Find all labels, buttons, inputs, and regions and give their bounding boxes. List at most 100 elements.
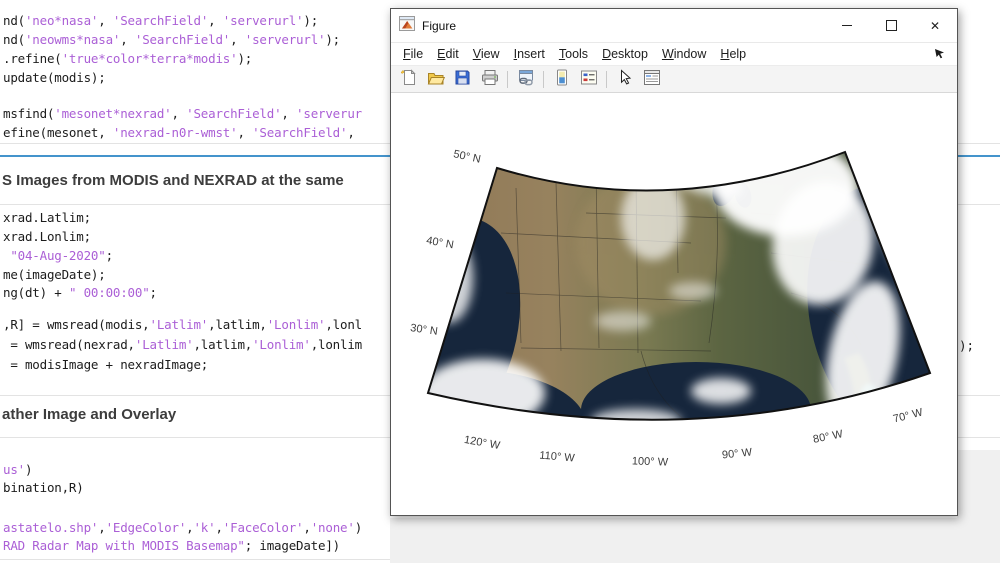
close-icon: ✕ bbox=[930, 20, 940, 32]
code-line: .refine('true*color*terra*modis'); bbox=[3, 49, 252, 68]
menu-item-tools[interactable]: Tools bbox=[552, 43, 595, 65]
minimize-button[interactable] bbox=[825, 9, 869, 42]
figure-title-bar[interactable]: Figure ✕ bbox=[391, 9, 957, 43]
close-button[interactable]: ✕ bbox=[913, 9, 957, 42]
code-text: me(imageDate); bbox=[3, 267, 106, 282]
code-line: RAD Radar Map with MODIS Basemap"; image… bbox=[3, 536, 340, 555]
code-text: ,lonl bbox=[325, 317, 362, 332]
code-text: msfind( bbox=[3, 106, 54, 121]
code-string: 'SearchField' bbox=[113, 13, 208, 28]
code-line: ,R] = wmsread(modis,'Latlim',latlim,'Lon… bbox=[3, 315, 362, 334]
code-string: RAD Radar Map with MODIS Basemap" bbox=[3, 538, 245, 553]
code-text: , bbox=[237, 125, 252, 140]
code-string: " 00:00:00" bbox=[69, 285, 150, 300]
code-string: 'k' bbox=[193, 520, 215, 535]
mouse-cursor bbox=[934, 46, 946, 64]
code-line: ng(dt) + " 00:00:00"; bbox=[3, 283, 157, 302]
menu-item-desktop[interactable]: Desktop bbox=[595, 43, 655, 65]
code-text: ; imageDate]) bbox=[245, 538, 340, 553]
insert-colorbar-button[interactable] bbox=[549, 68, 574, 90]
menu-item-insert[interactable]: Insert bbox=[507, 43, 552, 65]
code-text: , bbox=[215, 520, 222, 535]
code-line: astatelo.shp','EdgeColor','k','FaceColor… bbox=[3, 518, 362, 537]
link-plot-icon bbox=[517, 69, 535, 89]
code-text: nd( bbox=[3, 13, 25, 28]
edit-plot-icon bbox=[618, 69, 632, 89]
desktop-background bbox=[957, 450, 1000, 563]
insert-colorbar-icon bbox=[555, 69, 569, 89]
figure-menu-bar: FileEditViewInsertToolsDesktopWindowHelp bbox=[391, 43, 957, 66]
code-text: xrad.Lonlim; bbox=[3, 229, 91, 244]
insert-legend-button[interactable] bbox=[576, 68, 601, 90]
save-figure-button[interactable] bbox=[450, 68, 475, 90]
code-string: 'serverurl' bbox=[245, 32, 326, 47]
code-text: = modisImage + nexradImage; bbox=[3, 357, 208, 372]
code-text: bination,R) bbox=[3, 480, 84, 495]
section-heading: S Images from MODIS and NEXRAD at the sa… bbox=[2, 172, 344, 189]
edit-plot-button[interactable] bbox=[612, 68, 637, 90]
menu-item-view[interactable]: View bbox=[466, 43, 507, 65]
maximize-button[interactable] bbox=[869, 9, 913, 42]
code-text: ); bbox=[325, 32, 340, 47]
code-text: ); bbox=[237, 51, 252, 66]
code-string: 'FaceColor' bbox=[223, 520, 304, 535]
toolbar-separator bbox=[543, 71, 544, 88]
print-figure-button[interactable] bbox=[477, 68, 502, 90]
code-text: ,latlim, bbox=[193, 337, 252, 352]
code-string: 'SearchField' bbox=[135, 32, 230, 47]
code-line: bination,R) bbox=[3, 478, 84, 497]
code-text: ) bbox=[25, 462, 32, 477]
code-text: , bbox=[281, 106, 296, 121]
open-file-button[interactable] bbox=[423, 68, 448, 90]
map-canvas bbox=[391, 93, 957, 517]
editor-code-panel[interactable]: nd('neo*nasa', 'SearchField', 'serverurl… bbox=[0, 0, 391, 563]
code-string: 'nexrad-n0r-wmst' bbox=[113, 125, 238, 140]
figure-toolbar bbox=[391, 66, 957, 93]
code-text: , bbox=[303, 520, 310, 535]
code-line: xrad.Lonlim; bbox=[3, 227, 91, 246]
code-text: ; bbox=[106, 248, 113, 263]
figure-canvas: 50° N40° N30° N120° W110° W100° W90° W80… bbox=[391, 93, 957, 515]
code-string: 'neowms*nasa' bbox=[25, 32, 120, 47]
code-text: , bbox=[208, 13, 223, 28]
code-line: = wmsread(nexrad,'Latlim',latlim,'Lonlim… bbox=[3, 335, 362, 354]
code-line: me(imageDate); bbox=[3, 265, 106, 284]
new-figure-button[interactable] bbox=[396, 68, 421, 90]
toolbar-separator bbox=[507, 71, 508, 88]
link-plot-button[interactable] bbox=[513, 68, 538, 90]
code-string: 'mesonet*nexrad' bbox=[54, 106, 171, 121]
code-string: 'SearchField' bbox=[252, 125, 347, 140]
code-line: = modisImage + nexradImage; bbox=[3, 355, 208, 374]
code-text: ) bbox=[355, 520, 362, 535]
code-text: ); bbox=[303, 13, 318, 28]
code-string: 'neo*nasa' bbox=[25, 13, 98, 28]
save-figure-icon bbox=[454, 69, 471, 89]
menu-item-window[interactable]: Window bbox=[655, 43, 713, 65]
menu-item-edit[interactable]: Edit bbox=[430, 43, 466, 65]
code-string: 'serverurl' bbox=[223, 13, 304, 28]
code-text: ng(dt) + bbox=[3, 285, 69, 300]
code-text: update(modis); bbox=[3, 70, 106, 85]
code-text: ; bbox=[150, 285, 157, 300]
code-string: 'Latlim' bbox=[135, 337, 194, 352]
code-text: nd( bbox=[3, 32, 25, 47]
property-inspector-button[interactable] bbox=[639, 68, 664, 90]
toolbar-separator bbox=[606, 71, 607, 88]
maximize-icon bbox=[886, 20, 897, 31]
new-figure-icon bbox=[400, 69, 417, 89]
code-string: 'Lonlim' bbox=[267, 317, 326, 332]
matlab-figure-icon bbox=[399, 16, 415, 36]
window-title: Figure bbox=[422, 19, 825, 33]
code-string: 'serverur bbox=[296, 106, 362, 121]
code-string: us' bbox=[3, 462, 25, 477]
property-inspector-icon bbox=[643, 69, 661, 89]
insert-legend-icon bbox=[580, 69, 598, 89]
menu-item-help[interactable]: Help bbox=[713, 43, 753, 65]
code-line: efine(mesonet, 'nexrad-n0r-wmst', 'Searc… bbox=[3, 123, 355, 142]
menu-item-file[interactable]: File bbox=[396, 43, 430, 65]
code-text: xrad.Latlim; bbox=[3, 210, 91, 225]
code-line: nd('neo*nasa', 'SearchField', 'serverurl… bbox=[3, 11, 318, 30]
code-text: , bbox=[120, 32, 135, 47]
code-line: update(modis); bbox=[3, 68, 106, 87]
code-line: msfind('mesonet*nexrad', 'SearchField', … bbox=[3, 104, 362, 123]
